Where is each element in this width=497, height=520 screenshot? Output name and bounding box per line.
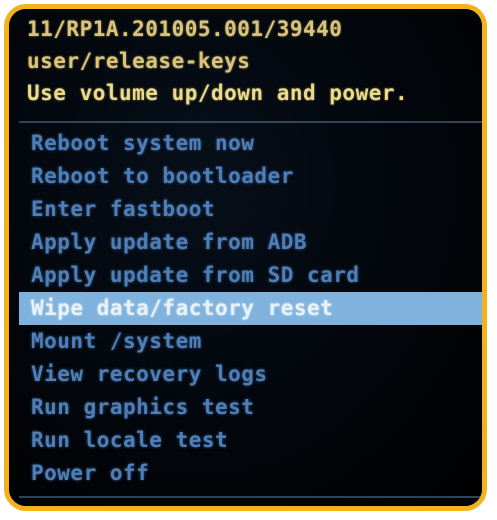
recovery-menu: Reboot system now Reboot to bootloader E… bbox=[19, 127, 482, 490]
menu-item-reboot-bootloader[interactable]: Reboot to bootloader bbox=[19, 160, 482, 193]
build-type-text: user/release-keys bbox=[27, 49, 251, 73]
menu-item-run-locale-test[interactable]: Run locale test bbox=[19, 424, 482, 457]
recovery-header: 11/RP1A.201005.001/39440 user/release-ke… bbox=[27, 13, 482, 109]
menu-item-reboot-system[interactable]: Reboot system now bbox=[19, 127, 482, 160]
menu-item-apply-update-adb[interactable]: Apply update from ADB bbox=[19, 226, 482, 259]
menu-item-power-off[interactable]: Power off bbox=[19, 457, 482, 490]
top-divider bbox=[19, 121, 482, 123]
recovery-screen: 11/RP1A.201005.001/39440 user/release-ke… bbox=[9, 9, 482, 506]
menu-item-apply-update-sdcard[interactable]: Apply update from SD card bbox=[19, 259, 482, 292]
instruction-text: Use volume up/down and power. bbox=[27, 81, 409, 105]
menu-item-wipe-data-selected[interactable]: Wipe data/factory reset bbox=[19, 292, 482, 325]
phone-screen-frame: 11/RP1A.201005.001/39440 user/release-ke… bbox=[4, 4, 487, 511]
menu-item-enter-fastboot[interactable]: Enter fastboot bbox=[19, 193, 482, 226]
menu-item-mount-system[interactable]: Mount /system bbox=[19, 325, 482, 358]
build-fingerprint-text: 11/RP1A.201005.001/39440 bbox=[27, 17, 343, 41]
bottom-divider bbox=[19, 496, 482, 498]
menu-item-run-graphics-test[interactable]: Run graphics test bbox=[19, 391, 482, 424]
menu-item-view-recovery-logs[interactable]: View recovery logs bbox=[19, 358, 482, 391]
